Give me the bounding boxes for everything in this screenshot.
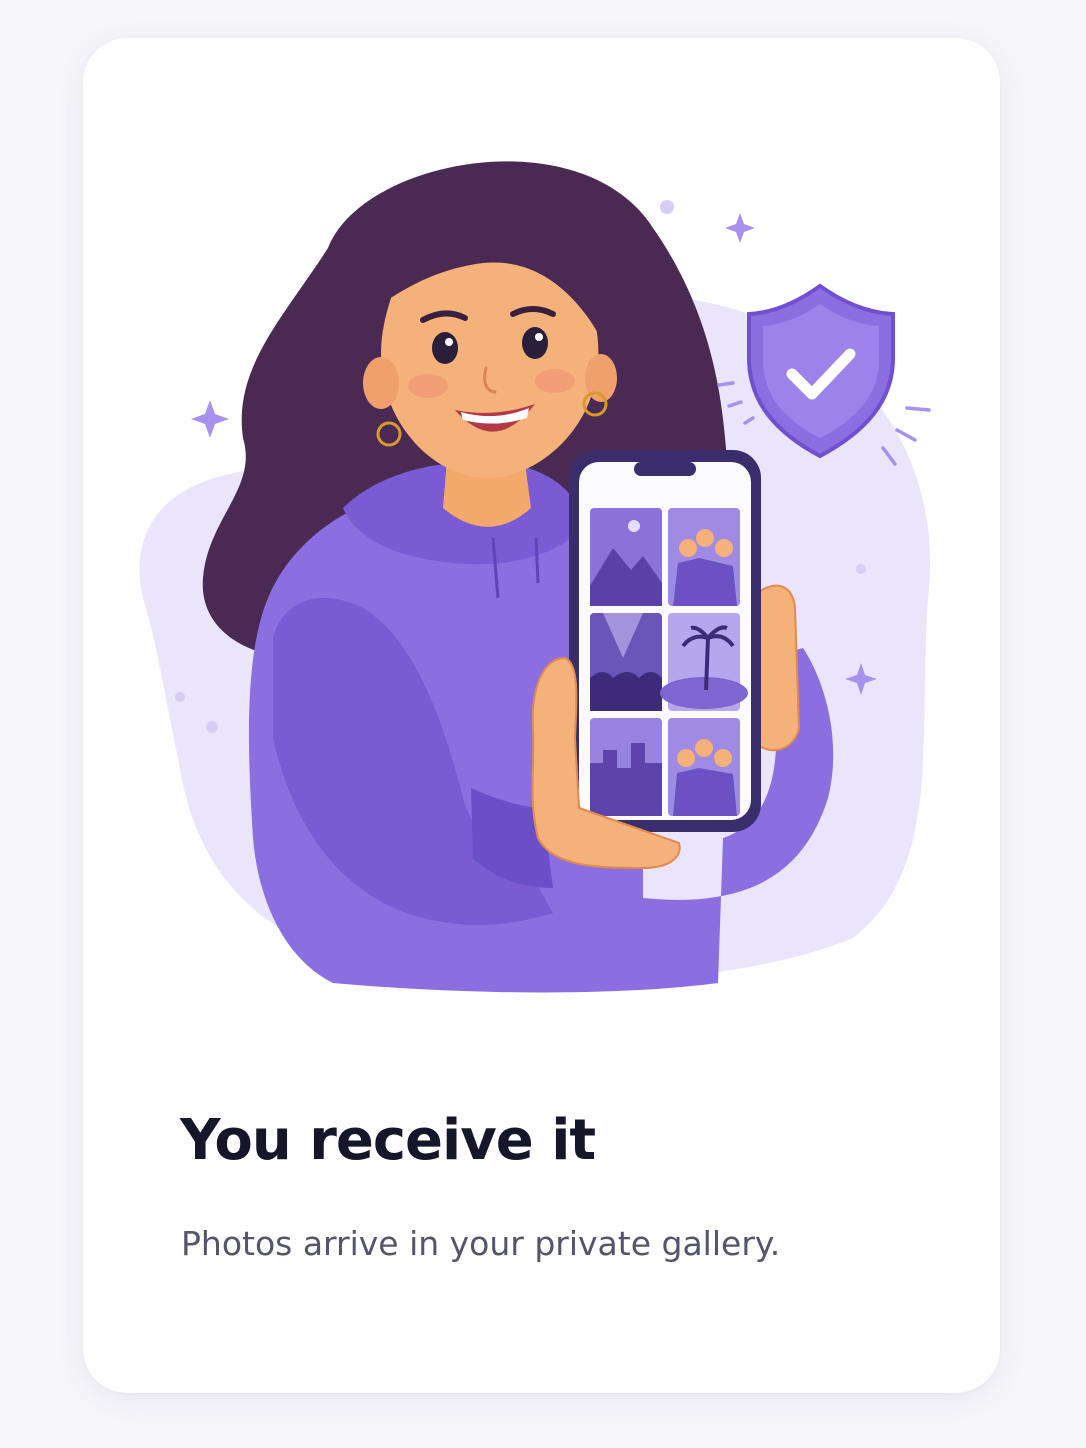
onboarding-card: You receive it Photos arrive in your pri… <box>83 38 1000 1393</box>
gallery-thumbnail <box>590 508 662 606</box>
card-subtitle: Photos arrive in your private gallery. <box>181 1224 781 1263</box>
gallery-thumbnail <box>668 508 740 606</box>
card-title: You receive it <box>180 1108 596 1173</box>
illustration <box>139 161 931 993</box>
phone <box>569 450 761 832</box>
gallery-thumbnail <box>590 718 662 816</box>
gallery-thumbnail <box>590 613 662 711</box>
gallery-thumbnail <box>668 718 740 816</box>
gallery-thumbnail <box>660 613 748 711</box>
